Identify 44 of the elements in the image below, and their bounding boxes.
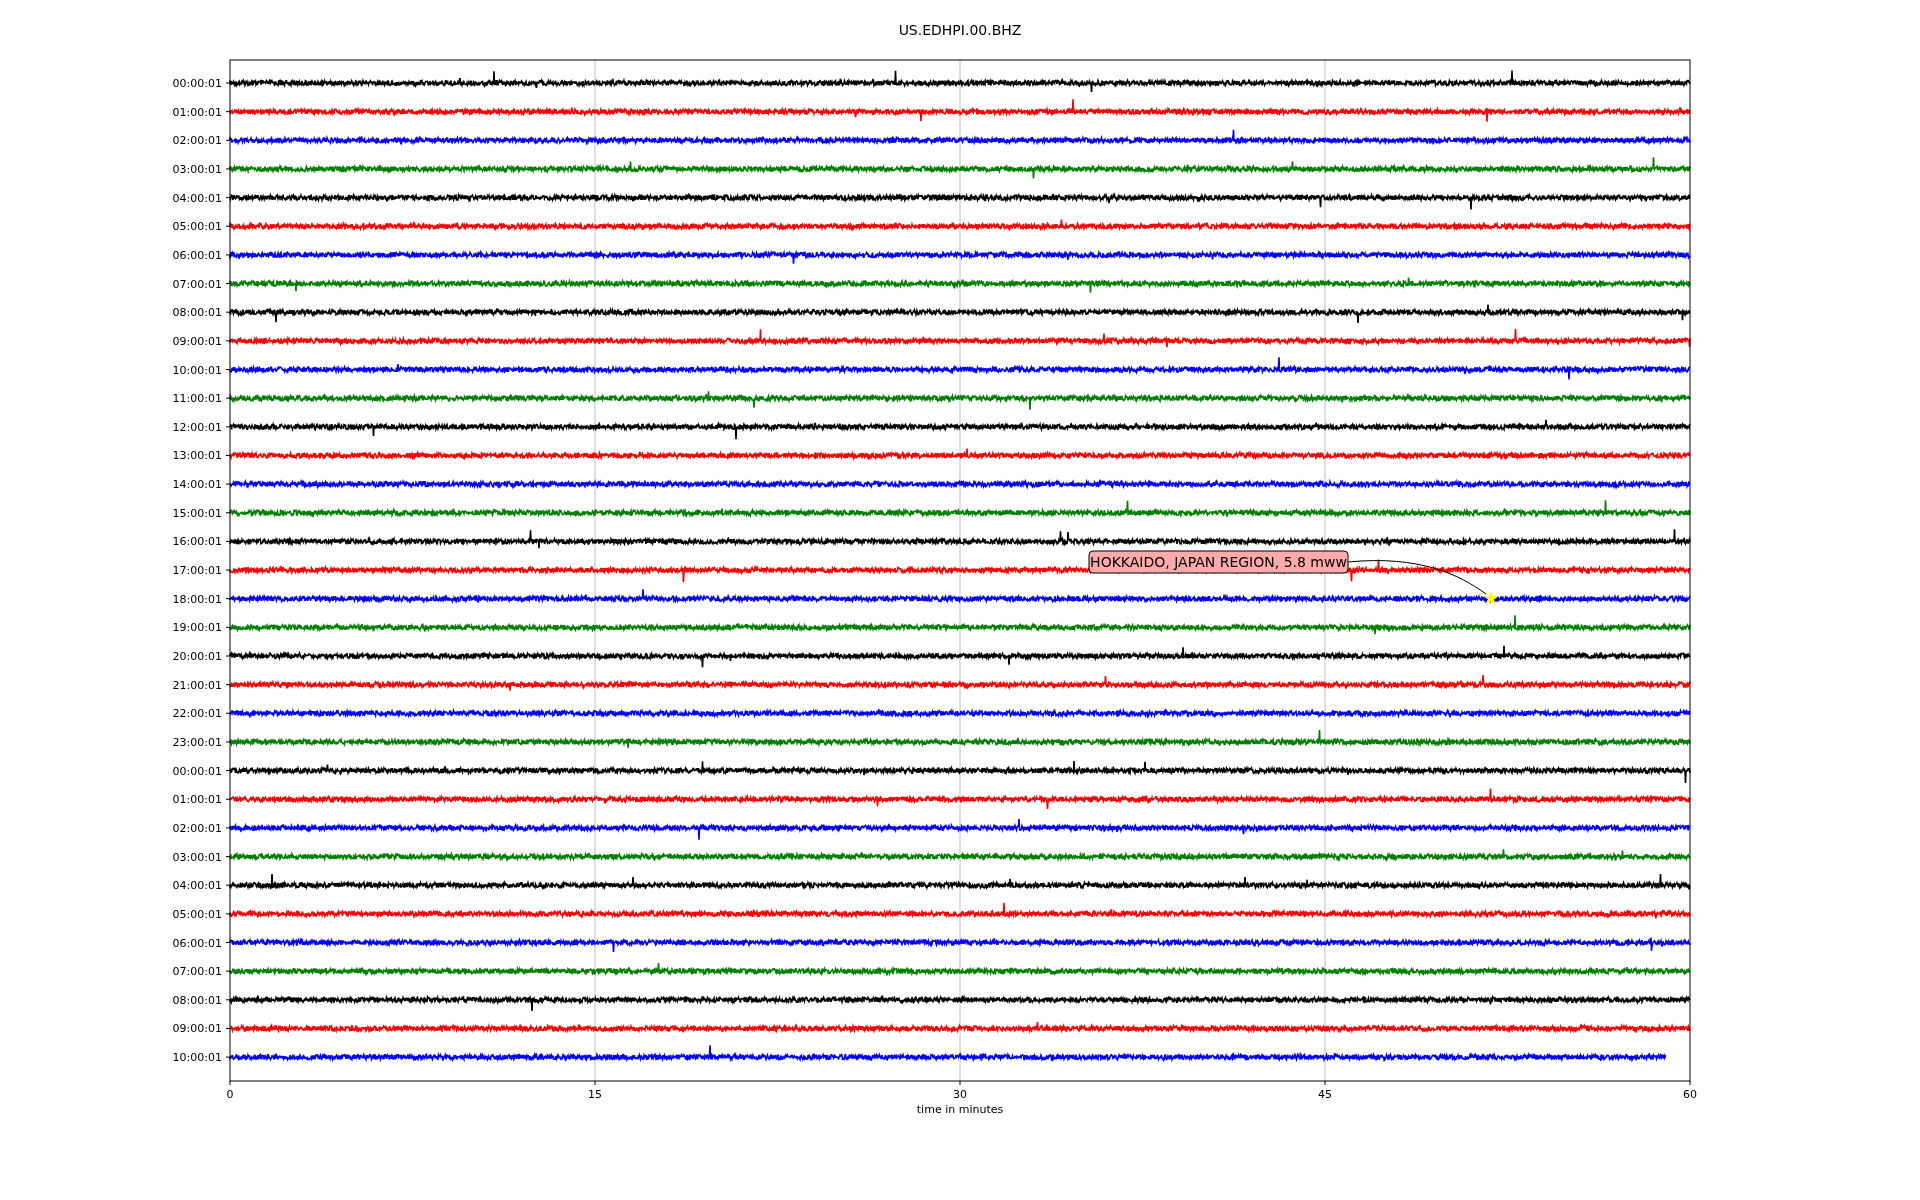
tick-label: 14:00:01 (172, 478, 222, 492)
tick-label: 04:00:01 (172, 879, 222, 893)
plot-title: US.EDHPI.00.BHZ (898, 22, 1022, 38)
tick-label: 03:00:01 (172, 162, 222, 176)
tick-label: 60 (1683, 1088, 1697, 1101)
tick-label: 13:00:01 (172, 449, 222, 463)
tick-label: 15:00:01 (172, 506, 222, 520)
tick-label: 05:00:01 (172, 907, 222, 921)
axis-label: time in minutes (916, 1103, 1004, 1116)
tick-label: 06:00:01 (172, 248, 222, 262)
tick-label: 08:00:01 (172, 306, 222, 320)
tick-label: 08:00:01 (172, 993, 222, 1007)
tick-label: 04:00:01 (172, 191, 222, 205)
tick-label: 10:00:01 (172, 363, 222, 377)
tick-label: 22:00:01 (172, 707, 222, 721)
tick-label: 10:00:01 (172, 1051, 222, 1065)
tick-label: 17:00:01 (172, 564, 222, 578)
tick-label: 02:00:01 (172, 821, 222, 835)
tick-label: 20:00:01 (172, 650, 222, 663)
tick-label: 00:00:01 (172, 77, 222, 90)
tick-label: 23:00:01 (172, 735, 222, 749)
tick-label: 05:00:01 (172, 220, 222, 234)
tick-label: 00:00:01 (172, 764, 222, 778)
tick-label: 07:00:01 (172, 277, 222, 291)
tick-label: 45 (1318, 1088, 1332, 1101)
annotation-callout: HOKKAIDO, JAPAN REGION, 5.8 mww (1088, 550, 1349, 574)
tick-label: 19:00:01 (172, 621, 222, 635)
tick-label: 01:00:01 (172, 793, 222, 807)
tick-label: 06:00:01 (172, 936, 222, 950)
tick-label: 21:00:01 (172, 678, 222, 692)
tick-label: 03:00:01 (172, 850, 222, 864)
tick-label: 02:00:01 (172, 134, 222, 148)
tick-label: 18:00:01 (172, 592, 222, 606)
tick-label: 15 (588, 1088, 602, 1101)
tick-label: 12:00:01 (172, 420, 222, 434)
tick-label: 11:00:01 (172, 392, 222, 406)
tick-label: 01:00:01 (172, 105, 222, 119)
tick-label: 30 (953, 1088, 967, 1101)
tick-label: 09:00:01 (172, 1022, 222, 1036)
tick-label: 07:00:01 (172, 965, 222, 979)
tick-label: 09:00:01 (172, 334, 222, 348)
tick-label: 16:00:01 (172, 535, 222, 549)
tick-label: 0 (226, 1088, 234, 1101)
star-marker-icon (1483, 590, 1499, 606)
